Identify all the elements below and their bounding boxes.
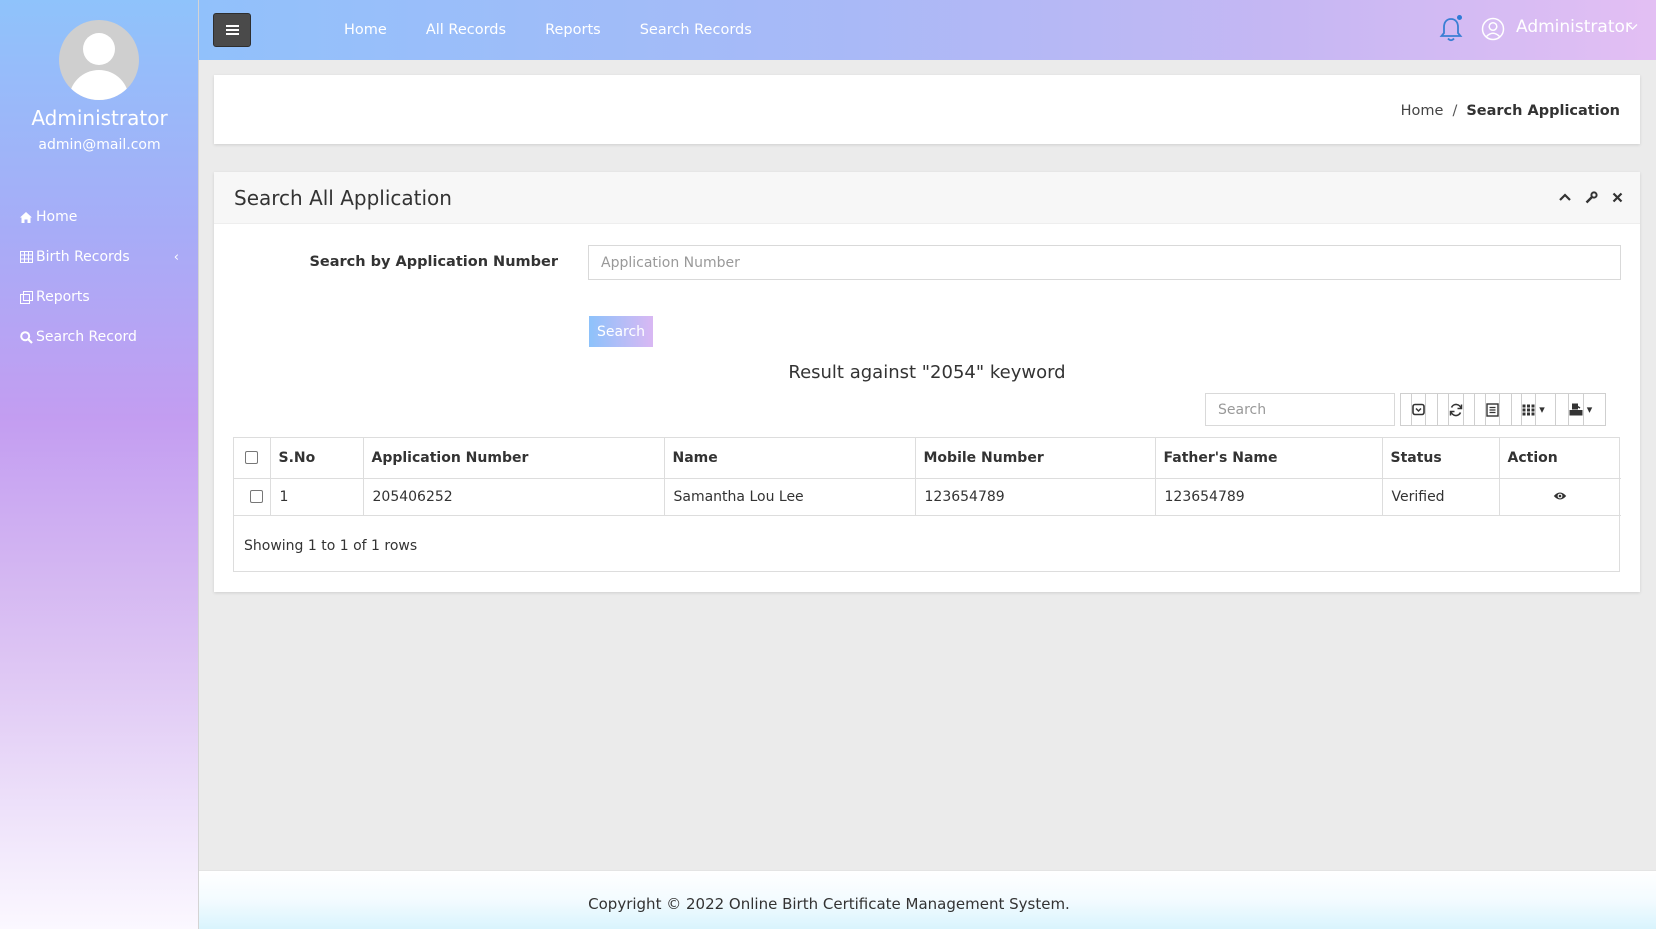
sidebar-item-home[interactable]: Home bbox=[0, 197, 199, 237]
export-icon bbox=[1567, 393, 1584, 426]
columns-dropdown-button[interactable]: ▾ bbox=[1511, 393, 1556, 426]
results-table: S.No Application Number Name Mobile Numb… bbox=[233, 437, 1621, 572]
breadcrumb-panel: Home / Search Application bbox=[214, 75, 1640, 144]
chevron-left-icon: ‹ bbox=[173, 250, 179, 265]
toggle-view-button[interactable] bbox=[1474, 393, 1512, 426]
list-icon bbox=[1485, 393, 1500, 426]
top-nav: Home All Records Reports Search Records bbox=[344, 0, 791, 60]
top-nav-search-records[interactable]: Search Records bbox=[640, 22, 752, 38]
pagination-info: Showing 1 to 1 of 1 rows bbox=[244, 538, 418, 554]
select-all-checkbox[interactable] bbox=[245, 451, 258, 465]
close-icon[interactable] bbox=[1610, 190, 1624, 204]
search-icon bbox=[19, 330, 33, 344]
search-button[interactable]: Search bbox=[589, 316, 653, 347]
sidebar-item-reports[interactable]: Reports bbox=[0, 277, 199, 317]
row-checkbox[interactable] bbox=[250, 490, 263, 503]
caret-down-icon: ▾ bbox=[1539, 403, 1545, 416]
sidebar-item-label: Reports bbox=[36, 289, 90, 305]
grid-icon bbox=[1521, 393, 1537, 426]
footer-copyright: Copyright © 2022 Online Birth Certificat… bbox=[588, 895, 1070, 913]
notification-dot bbox=[1457, 15, 1462, 20]
column-header-name[interactable]: Name bbox=[664, 438, 916, 479]
topbar-user-name[interactable]: Administrator bbox=[1516, 17, 1632, 37]
hamburger-icon bbox=[225, 29, 239, 31]
breadcrumb: Home / Search Application bbox=[1401, 103, 1620, 119]
refresh-button[interactable] bbox=[1437, 393, 1475, 426]
toggle-icon bbox=[1411, 393, 1426, 426]
refresh-icon bbox=[1447, 393, 1464, 426]
table-icon bbox=[19, 250, 33, 264]
menu-toggle-button[interactable] bbox=[213, 13, 251, 47]
column-header-sno[interactable]: S.No bbox=[270, 438, 364, 479]
copy-icon bbox=[19, 290, 33, 304]
table-search-input[interactable] bbox=[1205, 393, 1395, 426]
cell-name: Samantha Lou Lee bbox=[664, 478, 916, 516]
column-header-status[interactable]: Status bbox=[1382, 438, 1500, 479]
column-header-mobile-number[interactable]: Mobile Number bbox=[915, 438, 1156, 479]
footer: Copyright © 2022 Online Birth Certificat… bbox=[199, 870, 1656, 929]
breadcrumb-separator: / bbox=[1452, 103, 1458, 119]
cell-mobile-number: 123654789 bbox=[915, 478, 1156, 516]
panel-header: Search All Application bbox=[214, 172, 1640, 224]
table-toolbar: ▾ ▾ bbox=[1400, 393, 1606, 426]
sidebar-user-name: Administrator bbox=[31, 106, 168, 130]
home-icon bbox=[19, 210, 33, 224]
wrench-icon[interactable] bbox=[1584, 190, 1598, 204]
result-text: Result against "2054" keyword bbox=[788, 362, 1066, 383]
top-nav-home[interactable]: Home bbox=[344, 22, 387, 38]
table-header-row: S.No Application Number Name Mobile Numb… bbox=[234, 438, 1621, 479]
chevron-down-icon[interactable] bbox=[1627, 20, 1638, 34]
view-eye-icon[interactable] bbox=[1553, 489, 1567, 505]
column-header-fathers-name[interactable]: Father's Name bbox=[1155, 438, 1383, 479]
cell-application-number: 205406252 bbox=[363, 478, 665, 516]
sidebar-item-label: Home bbox=[36, 209, 78, 225]
breadcrumb-home[interactable]: Home bbox=[1401, 103, 1444, 119]
row-select-cell bbox=[234, 478, 271, 516]
toggle-pagination-button[interactable] bbox=[1400, 393, 1438, 426]
sidebar-item-label: Search Record bbox=[36, 329, 137, 345]
collapse-icon[interactable] bbox=[1558, 190, 1572, 204]
column-header-action: Action bbox=[1499, 438, 1621, 479]
sidebar-item-search-record[interactable]: Search Record bbox=[0, 317, 199, 357]
bell-icon[interactable] bbox=[1438, 15, 1464, 43]
user-circle-icon[interactable] bbox=[1481, 17, 1505, 41]
panel-tools bbox=[1558, 190, 1624, 204]
avatar bbox=[59, 20, 139, 100]
sidebar-user-email: admin@mail.com bbox=[38, 137, 161, 153]
cell-action bbox=[1499, 478, 1621, 516]
topbar: Home All Records Reports Search Records … bbox=[199, 0, 1656, 60]
cell-status: Verified bbox=[1382, 478, 1500, 516]
sidebar-item-label: Birth Records bbox=[36, 249, 130, 265]
top-nav-reports[interactable]: Reports bbox=[545, 22, 601, 38]
column-header-application-number[interactable]: Application Number bbox=[363, 438, 665, 479]
search-panel: Search All Application Search by Applica… bbox=[214, 172, 1640, 592]
search-by-application-label: Search by Application Number bbox=[309, 254, 558, 270]
export-dropdown-button[interactable]: ▾ bbox=[1555, 393, 1606, 426]
breadcrumb-current: Search Application bbox=[1466, 103, 1620, 119]
sidebar: Administrator admin@mail.com Home Birth … bbox=[0, 0, 199, 929]
sidebar-menu: Home Birth Records ‹ Reports Search Reco… bbox=[0, 197, 199, 357]
sidebar-item-birth-records[interactable]: Birth Records ‹ bbox=[0, 237, 199, 277]
top-nav-all-records[interactable]: All Records bbox=[426, 22, 506, 38]
table-row: 1 205406252 Samantha Lou Lee 123654789 1… bbox=[234, 478, 1621, 516]
application-number-input[interactable] bbox=[588, 245, 1621, 280]
caret-down-icon: ▾ bbox=[1586, 403, 1593, 416]
cell-sno: 1 bbox=[270, 478, 364, 516]
panel-title: Search All Application bbox=[234, 186, 452, 210]
cell-fathers-name: 123654789 bbox=[1155, 478, 1383, 516]
select-all-header bbox=[234, 438, 271, 479]
